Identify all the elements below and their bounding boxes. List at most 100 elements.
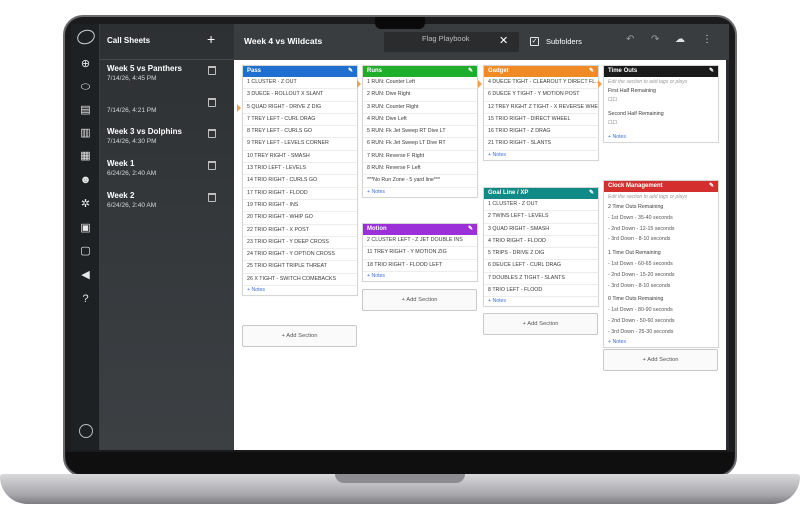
edit-icon[interactable]: ✎ (468, 224, 473, 235)
redo-icon[interactable]: ↷ (651, 35, 659, 45)
play-row[interactable]: 20 TRIO RIGHT - WHIP GO (243, 212, 357, 225)
play-row[interactable]: 1 CLUSTER - Z OUT (484, 199, 598, 212)
edit-icon[interactable]: ✎ (709, 181, 714, 192)
film-icon[interactable]: ▣ (79, 222, 92, 235)
call-sheet-item[interactable]: Week 2 6/24/26, 2:40 AM (100, 191, 234, 221)
play-row[interactable]: 21 TRIO RIGHT - SLANTS (484, 138, 598, 151)
play-row[interactable]: 5 QUAD RIGHT - DRIVE Z DIG (243, 102, 357, 114)
section-header[interactable]: Clock Management ✎ (604, 181, 718, 192)
add-section-button[interactable]: + Add Section (483, 313, 598, 335)
edit-icon[interactable]: ✎ (468, 66, 473, 77)
close-icon[interactable]: ✕ (499, 35, 508, 47)
play-row[interactable]: 12 TREY RIGHT Z TIGHT - X REVERSE WHE... (484, 102, 598, 114)
play-row[interactable]: 7 RUN: Reverse F Right (363, 151, 477, 164)
call-sheet-item[interactable]: Week 5 vs Panthers 7/14/26, 4:45 PM (100, 64, 234, 94)
notes-link[interactable]: + Notes (363, 188, 477, 197)
play-row[interactable]: 5 TRIPS - DRIVE Z DIG (484, 248, 598, 261)
call-sheet-item[interactable]: Week 3 vs Dolphins 7/14/26, 4:30 PM (100, 127, 234, 157)
edit-icon[interactable]: ✎ (709, 66, 714, 77)
call-sheet-item[interactable]: Week 1 6/24/26, 2:40 AM (100, 159, 234, 189)
section-header[interactable]: Pass ✎ (243, 66, 357, 77)
play-row[interactable]: 2 TWINS LEFT - LEVELS (484, 211, 598, 224)
play-row[interactable]: 5 RUN: Fk Jet Sweep RT Dive LT (363, 126, 477, 139)
trash-icon[interactable] (208, 129, 216, 138)
clipboard-icon[interactable]: ▤ (79, 104, 92, 117)
board-icon[interactable]: ▢ (79, 245, 92, 258)
play-row[interactable]: 15 TRIO RIGHT - DIRECT WHEEL (484, 114, 598, 127)
play-row[interactable]: 13 TRIO LEFT - LEVELS (243, 163, 357, 176)
play-row[interactable]: 6 DEUCE LEFT - CURL DRAG (484, 260, 598, 273)
notes-link[interactable]: + Notes (484, 151, 598, 160)
play-row[interactable]: 10 TREY RIGHT - SMASH (243, 151, 357, 164)
play-row[interactable]: 22 TRIO RIGHT - X POST (243, 225, 357, 237)
play-row[interactable]: 25 TRIO RIGHT TRIPLE THREAT (243, 261, 357, 274)
first-half-checkboxes[interactable]: ☐☐ (604, 96, 718, 104)
play-row[interactable]: 23 TRIO RIGHT - Y DEEP CROSS (243, 237, 357, 250)
edit-icon[interactable]: ✎ (589, 188, 594, 199)
subfolders-checkbox[interactable]: ✓ (530, 37, 539, 46)
section-header[interactable]: Motion ✎ (363, 224, 477, 235)
play-row[interactable]: 8 TRIO LEFT - FLOOD (484, 285, 598, 298)
add-section-button[interactable]: + Add Section (362, 289, 477, 311)
play-row[interactable]: 7 DOUBLES Z TIGHT - SLANTS (484, 273, 598, 286)
play-row[interactable]: 4 DUECE TIGHT - CLEAROUT Y DIRECT FL... (484, 77, 598, 90)
play-row[interactable]: 1 CLUSTER - Z OUT (243, 77, 357, 90)
play-row[interactable]: 8 TREY LEFT - CURLS GO (243, 126, 357, 139)
play-row[interactable]: 19 TRIO RIGHT - INS (243, 200, 357, 213)
play-row[interactable]: 8 RUN: Reverse F Left (363, 163, 477, 176)
section-header[interactable]: Goal Line / XP ✎ (484, 188, 598, 199)
play-row[interactable]: 2 CLUSTER LEFT - Z JET DOUBLE INS (363, 235, 477, 248)
football-icon[interactable]: ⬭ (79, 81, 92, 94)
second-half-checkboxes[interactable]: ☐☐ (604, 119, 718, 127)
people-icon[interactable]: ☻ (79, 174, 92, 187)
drag-handle[interactable] (598, 80, 602, 88)
edit-icon[interactable]: ✎ (348, 66, 353, 77)
drag-handle[interactable] (237, 104, 241, 112)
playbook-tab[interactable]: Flag Playbook ✕ (384, 32, 519, 52)
notes-link[interactable]: + Notes (604, 133, 718, 142)
notes-link[interactable]: + Notes (604, 338, 718, 347)
play-row[interactable]: 24 TRIO RIGHT - Y OPTION CROSS (243, 249, 357, 262)
trash-icon[interactable] (208, 98, 216, 107)
undo-icon[interactable]: ↶ (626, 35, 634, 45)
notes-link[interactable]: + Notes (243, 286, 357, 295)
play-row[interactable]: 14 TRIO RIGHT - CURLS GO (243, 175, 357, 188)
call-sheet-item[interactable]: 7/14/26, 4:21 PM (100, 96, 234, 126)
play-row[interactable]: 11 TREY RIGHT - Y MOTION ZIG (363, 247, 477, 260)
play-row[interactable]: 4 RUN: Dive Left (363, 114, 477, 127)
trash-icon[interactable] (208, 193, 216, 202)
drag-handle[interactable] (357, 80, 361, 88)
notes-link[interactable]: + Notes (484, 297, 598, 306)
megaphone-icon[interactable]: ◀ (79, 269, 92, 282)
play-row[interactable]: 4 TRIO RIGHT - FLOOD (484, 236, 598, 249)
add-call-sheet-button[interactable]: + (207, 32, 215, 46)
play-row[interactable]: 3 DUECE - ROLLOUT X SLANT (243, 89, 357, 102)
play-row[interactable]: 3 QUAD RIGHT - SMASH (484, 224, 598, 236)
add-section-button[interactable]: + Add Section (242, 325, 357, 347)
more-menu-icon[interactable]: ⋮ (702, 35, 712, 45)
play-row[interactable]: 16 TRIO RIGHT - Z DRAG (484, 126, 598, 139)
help-icon[interactable]: ? (79, 293, 92, 306)
play-row[interactable]: 17 TRIO RIGHT - FLOOD (243, 188, 357, 200)
play-row[interactable]: 6 DUECE Y TIGHT - Y MOTION POST (484, 89, 598, 102)
drag-handle[interactable] (478, 80, 482, 88)
plus-circle-icon[interactable]: ⊕ (79, 58, 92, 71)
cloud-upload-icon[interactable]: ☁ (675, 35, 685, 45)
edit-icon[interactable]: ✎ (589, 66, 594, 77)
play-row[interactable]: ***No Run Zone - 5 yard line*** (363, 175, 477, 188)
notes-link[interactable]: + Notes (363, 272, 477, 281)
play-row[interactable]: 6 RUN: Fk Jet Sweep LT Dive RT (363, 138, 477, 151)
section-header[interactable]: Time Outs ✎ (604, 66, 718, 77)
gear-icon[interactable]: ✲ (79, 198, 92, 211)
calendar-icon[interactable]: ▦ (79, 150, 92, 163)
play-row[interactable]: 1 RUN: Counter Left (363, 77, 477, 90)
trash-icon[interactable] (208, 66, 216, 75)
trash-icon[interactable] (208, 161, 216, 170)
section-header[interactable]: Runs ✎ (363, 66, 477, 77)
section-header[interactable]: Gadget ✎ (484, 66, 598, 77)
play-row[interactable]: 7 TREY LEFT - CURL DRAG (243, 114, 357, 127)
play-row[interactable]: 3 RUN: Counter Right (363, 102, 477, 114)
play-row[interactable]: 26 X TIGHT - SWITCH COMEBACKS (243, 274, 357, 287)
book-icon[interactable]: ▥ (79, 127, 92, 140)
play-row[interactable]: 2 RUN: Dive Right (363, 89, 477, 102)
